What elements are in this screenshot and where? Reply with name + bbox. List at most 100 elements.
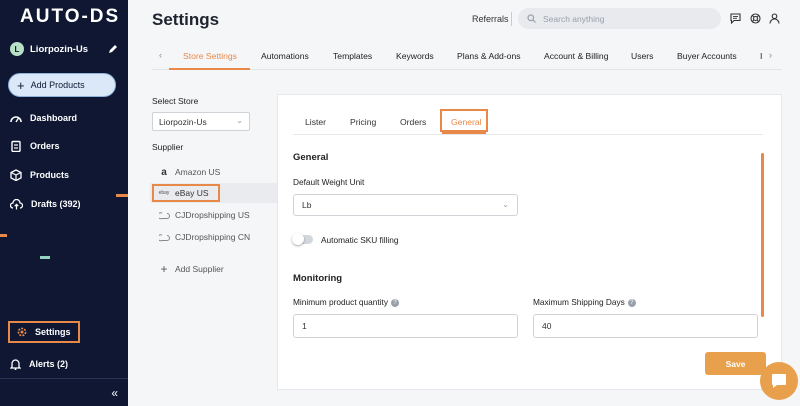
section-title-general: General xyxy=(293,152,329,163)
sidebar-item-dashboard[interactable]: Dashboard xyxy=(10,109,77,127)
tab-keywords[interactable]: Keywords xyxy=(396,51,434,61)
add-products-label: Add Products xyxy=(30,80,85,90)
user-name: Liorpozin-Us xyxy=(30,43,89,55)
chevron-right-icon[interactable]: › xyxy=(769,50,772,60)
divider xyxy=(511,12,512,26)
tab-buyer-accounts[interactable]: Buyer Accounts xyxy=(677,51,737,61)
scrollbar[interactable] xyxy=(761,153,764,317)
tab-store-settings[interactable]: Store Settings xyxy=(183,51,237,61)
sku-filling-toggle[interactable] xyxy=(292,233,313,245)
supplier-cj-us[interactable]: CJDropshipping US xyxy=(158,208,250,222)
max-shipping-label: Maximum Shipping Days? xyxy=(533,297,636,307)
weight-unit-select[interactable]: Lb ⌄ xyxy=(293,194,518,216)
weight-unit-label: Default Weight Unit xyxy=(293,177,365,187)
supplier-amazon-us[interactable]: a Amazon US xyxy=(158,165,220,179)
min-quantity-input[interactable]: 1 xyxy=(293,314,518,338)
sidebar-item-label: Products xyxy=(30,170,70,180)
help-lifebuoy-icon[interactable] xyxy=(749,12,761,24)
sidebar-item-label: Drafts (392) xyxy=(31,199,81,209)
chevron-down-icon: ⌄ xyxy=(502,200,509,209)
cj-icon xyxy=(158,211,170,220)
subtab-orders[interactable]: Orders xyxy=(400,117,426,127)
sidebar-item-label: Dashboard xyxy=(30,113,78,123)
toggle-knob xyxy=(292,233,304,245)
supplier-label-text: Amazon US xyxy=(175,167,221,177)
amazon-icon: a xyxy=(161,166,167,178)
divider xyxy=(293,134,763,135)
decorative-mark xyxy=(0,234,7,237)
user-icon[interactable] xyxy=(768,12,780,24)
decorative-mark xyxy=(40,256,50,259)
clipboard-icon xyxy=(11,140,21,152)
supplier-label-text: CJDropshipping US xyxy=(175,210,250,220)
min-quantity-label: Minimum product quantity? xyxy=(293,297,399,307)
avatar: L xyxy=(10,42,24,56)
section-title-monitoring: Monitoring xyxy=(293,273,343,284)
min-quantity-label-text: Minimum product quantity xyxy=(293,297,388,307)
highlight-box xyxy=(440,109,488,132)
sidebar-item-alerts[interactable]: Alerts (2) xyxy=(10,355,68,373)
tab-plans-addons[interactable]: Plans & Add-ons xyxy=(457,51,521,61)
sidebar-item-orders[interactable]: Orders xyxy=(10,137,60,155)
store-select-value: Liorpozin-Us xyxy=(159,116,207,127)
page-title: Settings xyxy=(152,10,220,29)
referrals-link[interactable]: Referrals xyxy=(472,14,509,24)
chat-icon[interactable] xyxy=(729,12,741,24)
chevron-left-icon[interactable]: ‹ xyxy=(159,50,162,60)
sidebar-item-label: Orders xyxy=(30,141,60,151)
tab-overflow[interactable]: I xyxy=(760,51,762,61)
subtab-lister[interactable]: Lister xyxy=(305,117,326,127)
save-button[interactable]: Save xyxy=(705,352,766,375)
user-switcher[interactable]: L Liorpozin-Us xyxy=(10,40,118,58)
sidebar: AUTO-DS L Liorpozin-Us + Add Products Da… xyxy=(0,0,128,406)
select-store-label: Select Store xyxy=(152,96,199,106)
max-shipping-value: 40 xyxy=(542,321,552,331)
subtab-pricing[interactable]: Pricing xyxy=(350,117,376,127)
decorative-mark xyxy=(116,194,128,197)
bell-icon xyxy=(10,359,21,370)
speedometer-icon xyxy=(10,116,22,123)
active-tab-indicator xyxy=(169,68,250,70)
cloud-upload-icon xyxy=(10,198,23,209)
pencil-icon[interactable] xyxy=(108,44,118,54)
supplier-label-text: CJDropshipping CN xyxy=(175,232,251,242)
sidebar-item-label: Settings xyxy=(35,327,71,337)
box-icon xyxy=(10,169,22,181)
search-icon xyxy=(527,14,536,23)
cj-icon xyxy=(158,233,170,242)
sidebar-item-products[interactable]: Products xyxy=(10,166,69,184)
tab-users[interactable]: Users xyxy=(631,51,653,61)
add-supplier-label: Add Supplier xyxy=(175,264,224,274)
search-placeholder: Search anything xyxy=(543,13,605,24)
tab-templates[interactable]: Templates xyxy=(333,51,372,61)
help-icon[interactable]: ? xyxy=(391,298,399,307)
add-supplier-button[interactable]: + Add Supplier xyxy=(158,262,224,276)
max-shipping-input[interactable]: 40 xyxy=(533,314,758,338)
chat-widget-button[interactable] xyxy=(760,362,798,400)
search-input[interactable]: Search anything xyxy=(518,8,721,29)
supplier-label: Supplier xyxy=(152,142,184,152)
store-select[interactable]: Liorpozin-Us ⌄ xyxy=(152,112,250,131)
chevron-down-icon: ⌄ xyxy=(236,116,243,125)
sidebar-item-drafts[interactable]: Drafts (392) xyxy=(10,195,81,213)
logo[interactable]: AUTO-DS xyxy=(20,6,120,28)
weight-unit-value: Lb xyxy=(302,200,312,210)
sidebar-item-settings[interactable]: Settings xyxy=(8,321,80,343)
divider xyxy=(0,378,128,379)
max-shipping-label-text: Maximum Shipping Days xyxy=(533,297,625,307)
help-icon[interactable]: ? xyxy=(627,298,636,307)
sku-filling-label: Automatic SKU filling xyxy=(321,235,399,245)
highlight-box xyxy=(152,184,220,202)
supplier-cj-cn[interactable]: CJDropshipping CN xyxy=(158,230,250,244)
sidebar-item-label: Alerts (2) xyxy=(29,359,69,369)
gear-icon xyxy=(17,327,27,337)
active-subtab-indicator xyxy=(442,132,486,134)
min-quantity-value: 1 xyxy=(302,321,307,331)
chat-bubble-icon xyxy=(772,374,786,388)
plus-icon: + xyxy=(160,262,168,276)
tab-account-billing[interactable]: Account & Billing xyxy=(544,51,609,61)
collapse-sidebar-button[interactable]: « xyxy=(111,386,118,400)
add-products-button[interactable]: + Add Products xyxy=(8,73,116,97)
tab-automations[interactable]: Automations xyxy=(261,51,309,61)
plus-icon: + xyxy=(17,77,25,93)
